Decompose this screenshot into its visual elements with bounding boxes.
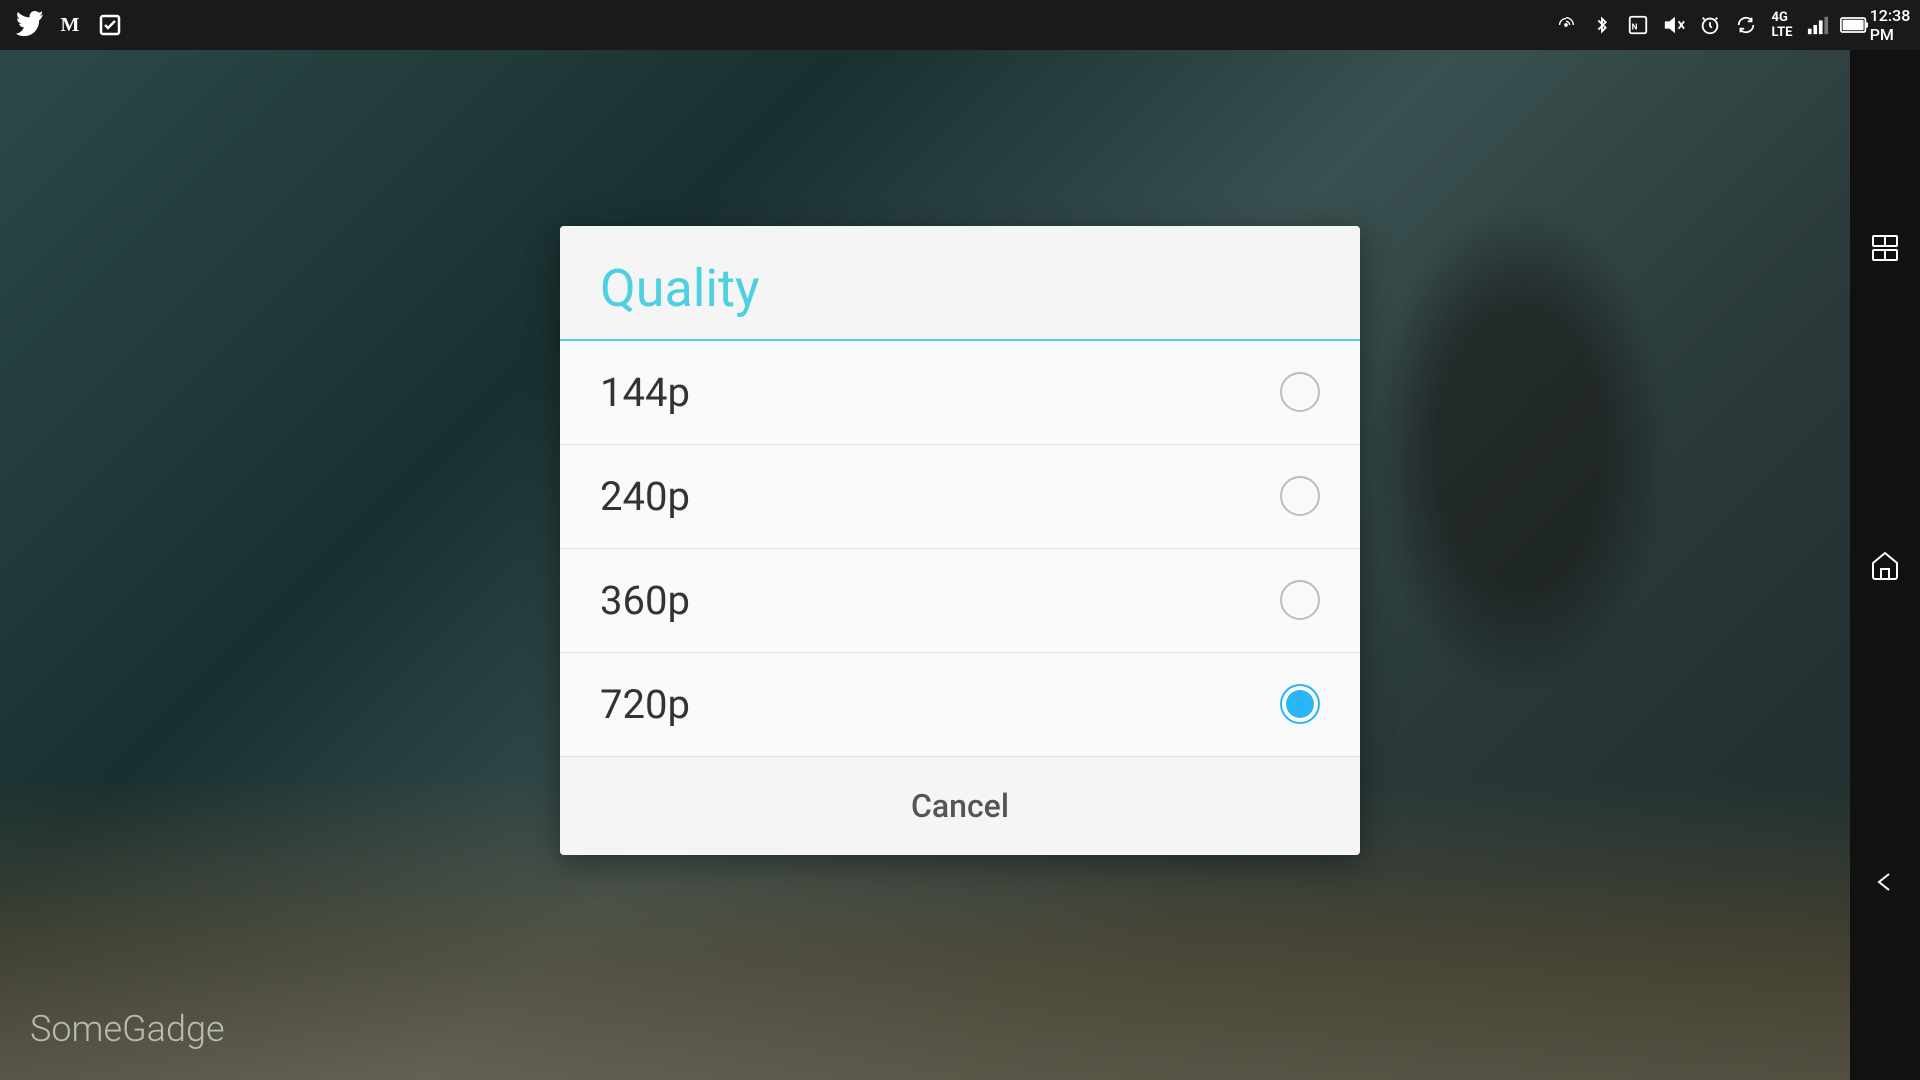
quality-option-720p[interactable]: 720p [560,653,1360,756]
quality-label-144p: 144p [600,369,690,416]
quality-label-720p: 720p [600,681,690,728]
dialog-footer: Cancel [560,756,1360,855]
quality-option-144p[interactable]: 144p [560,341,1360,445]
quality-label-240p: 240p [600,473,690,520]
dialog-options: 144p 240p 360p 720p [560,341,1360,756]
radio-720p[interactable] [1280,684,1320,724]
radio-720p-inner [1286,690,1314,718]
dialog-overlay: Quality 144p 240p 360p [0,0,1920,1080]
quality-option-360p[interactable]: 360p [560,549,1360,653]
cancel-button[interactable]: Cancel [881,777,1039,835]
radio-144p[interactable] [1280,372,1320,412]
quality-label-360p: 360p [600,577,690,624]
quality-option-240p[interactable]: 240p [560,445,1360,549]
dialog-header: Quality [560,226,1360,319]
radio-360p[interactable] [1280,580,1320,620]
radio-240p[interactable] [1280,476,1320,516]
quality-dialog: Quality 144p 240p 360p [560,226,1360,855]
dialog-title: Quality [600,258,1320,319]
